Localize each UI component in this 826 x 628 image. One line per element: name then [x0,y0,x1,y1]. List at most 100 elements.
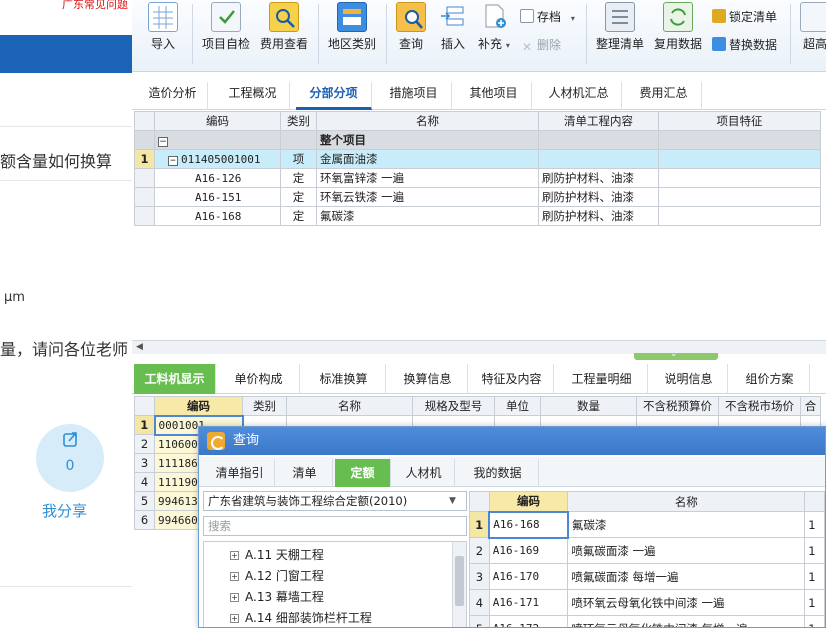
item-type[interactable]: 定 [280,206,317,226]
tab-measures[interactable]: 措施项目 [376,82,452,110]
column-header[interactable]: 不含税预算价 [636,396,719,416]
quota-name[interactable]: 喷环氧云母氧化铁中间漆 每增一遍 [567,615,806,627]
column-header[interactable]: 不含税市场价 [718,396,801,416]
tab-labor-material[interactable]: 人材机 [393,459,455,487]
tab-conversion-info[interactable]: 换算信息 [388,364,468,394]
item-name[interactable]: 金属面油漆 [316,149,539,169]
supplement-button[interactable]: 补充 ▾ [478,2,510,52]
item-type[interactable]: 定 [280,168,317,188]
cost-view-button[interactable]: 费用查看 [260,2,308,52]
tab-unit-price-composition[interactable]: 单价构成 [218,364,300,394]
quota-name[interactable]: 喷氟碳面漆 一遍 [567,537,806,564]
quota-code[interactable]: A16-171 [488,589,569,616]
quota-library-select[interactable]: 广东省建筑与装饰工程综合定额(2010) [203,491,467,511]
search-input[interactable]: 搜索 [203,516,467,536]
chevron-down-icon[interactable]: ▼ [449,496,456,506]
tab-quantity-details[interactable]: 工程量明细 [556,364,648,394]
tab-fee-summary[interactable]: 费用汇总 [626,82,702,110]
tab-labor-material-summary[interactable]: 人材机汇总 [536,82,622,110]
column-header[interactable]: 编码 [488,491,569,512]
table-row[interactable]: 2 A16-169 喷氟碳面漆 一遍 1 [469,537,825,564]
tree-item[interactable]: + A.11 天棚工程 [230,546,324,563]
scrollbar-thumb[interactable] [455,556,464,606]
tab-cost-analysis[interactable]: 造价分析 [138,82,208,110]
tab-standard-conversion[interactable]: 标准换算 [302,364,386,394]
quota-code[interactable]: A16-168 [488,510,569,539]
quota-name[interactable]: 氟碳漆 [567,511,806,538]
share-label[interactable]: 我分享 [42,500,87,521]
region-category-button[interactable]: 地区类别 [328,2,376,52]
column-header[interactable]: 单位 [494,396,541,416]
overheight-button[interactable]: 超高 [800,2,826,52]
item-feature[interactable] [658,149,821,169]
tab-labor-material-display[interactable]: 工料机显示 [134,364,216,394]
tab-quota[interactable]: 定额 [335,459,391,487]
scroll-left-icon[interactable]: ◀ [136,342,143,352]
tree-item[interactable]: + A.12 门窗工程 [230,567,324,584]
column-header[interactable]: 规格及型号 [412,396,495,416]
tab-bill-list[interactable]: 清单 [277,459,333,487]
table-row[interactable]: A16-168 定 氟碳漆 刷防护材料、油漆 [134,206,821,226]
tab-my-data[interactable]: 我的数据 [457,459,539,487]
tree-item[interactable]: + A.14 细部装饰栏杆工程 [230,609,372,626]
organize-list-button[interactable]: 整理清单 [596,2,644,52]
item-name[interactable]: 环氧富锌漆 一遍 [316,168,539,188]
dialog-title-bar[interactable]: 查询 [199,427,825,455]
column-header[interactable]: 类别 [242,396,287,416]
tab-list-guide[interactable]: 清单指引 [205,459,275,487]
delete-button[interactable]: ✕ 删除 [520,36,561,54]
vertical-scrollbar[interactable] [452,542,466,627]
query-button[interactable]: 查询 [396,2,426,52]
item-code[interactable]: A16-151 [154,187,281,207]
reuse-data-button[interactable]: 复用数据 [654,2,702,52]
item-name[interactable]: 环氧云铁漆 一遍 [316,187,539,207]
group-name[interactable]: 整个项目 [316,130,539,150]
quota-code[interactable]: A16-172 [488,615,569,627]
tab-description[interactable]: 说明信息 [650,364,728,394]
page-top-text[interactable]: 广东常见问题 [62,0,128,12]
item-content[interactable]: 刷防护材料、油漆 [538,206,659,226]
column-header[interactable]: 编码 [154,396,243,416]
share-button[interactable]: 0 [36,424,104,492]
column-header[interactable]: 项目特征 [658,111,821,131]
expand-icon[interactable]: + [230,614,239,623]
column-header[interactable]: 合 [800,396,821,416]
tab-pricing-scheme[interactable]: 组价方案 [730,364,810,394]
splitter-handle[interactable]: ⌄ [634,349,718,360]
item-code[interactable]: A16-168 [154,206,281,226]
item-type[interactable]: 项 [280,149,317,169]
column-header[interactable]: 编码 [154,111,281,131]
item-feature[interactable] [658,168,821,188]
question-title-1[interactable]: 额含量如何换算 [0,148,112,172]
item-content[interactable]: 刷防护材料、油漆 [538,168,659,188]
import-button[interactable]: 导入 [148,2,178,52]
project-check-button[interactable]: 项目自检 [202,2,250,52]
item-content[interactable]: 刷防护材料、油漆 [538,187,659,207]
question-title-2[interactable]: 量，请问各位老师 [0,336,128,360]
item-name[interactable]: 氟碳漆 [316,206,539,226]
item-feature[interactable] [658,206,821,226]
item-content[interactable] [538,149,659,169]
insert-button[interactable]: 插入 [438,2,468,52]
expand-icon[interactable]: + [230,551,239,560]
quota-name[interactable]: 喷环氧云母氧化铁中间漆 一遍 [567,589,806,616]
collapse-icon[interactable]: − [168,155,178,166]
table-row[interactable]: 1 A16-168 氟碳漆 1 [469,510,825,539]
column-header[interactable]: 清单工程内容 [538,111,659,131]
tab-itemized-works[interactable]: 分部分项 [296,82,372,110]
replace-data-button[interactable]: 替换数据 [712,36,777,53]
expand-icon[interactable]: + [230,572,239,581]
quota-name[interactable]: 喷氟碳面漆 每增一遍 [567,563,806,590]
column-header[interactable]: 名称 [286,396,413,416]
item-feature[interactable] [658,187,821,207]
table-row[interactable]: 3 A16-170 喷氟碳面漆 每增一遍 1 [469,563,825,590]
quota-code[interactable]: A16-170 [488,563,569,590]
collapse-icon[interactable]: − [158,137,168,147]
horizontal-scrollbar[interactable]: ◀ [132,340,826,354]
table-row[interactable]: 5 A16-172 喷环氧云母氧化铁中间漆 每增一遍 1 [469,615,825,627]
lock-list-button[interactable]: 锁定清单 [712,8,777,25]
save-archive-button[interactable]: 存档 ▾ [520,8,575,25]
expand-icon[interactable]: + [230,593,239,602]
table-row[interactable]: 4 A16-171 喷环氧云母氧化铁中间漆 一遍 1 [469,589,825,616]
table-row[interactable]: 1 −011405001001 项 金属面油漆 [134,149,821,169]
